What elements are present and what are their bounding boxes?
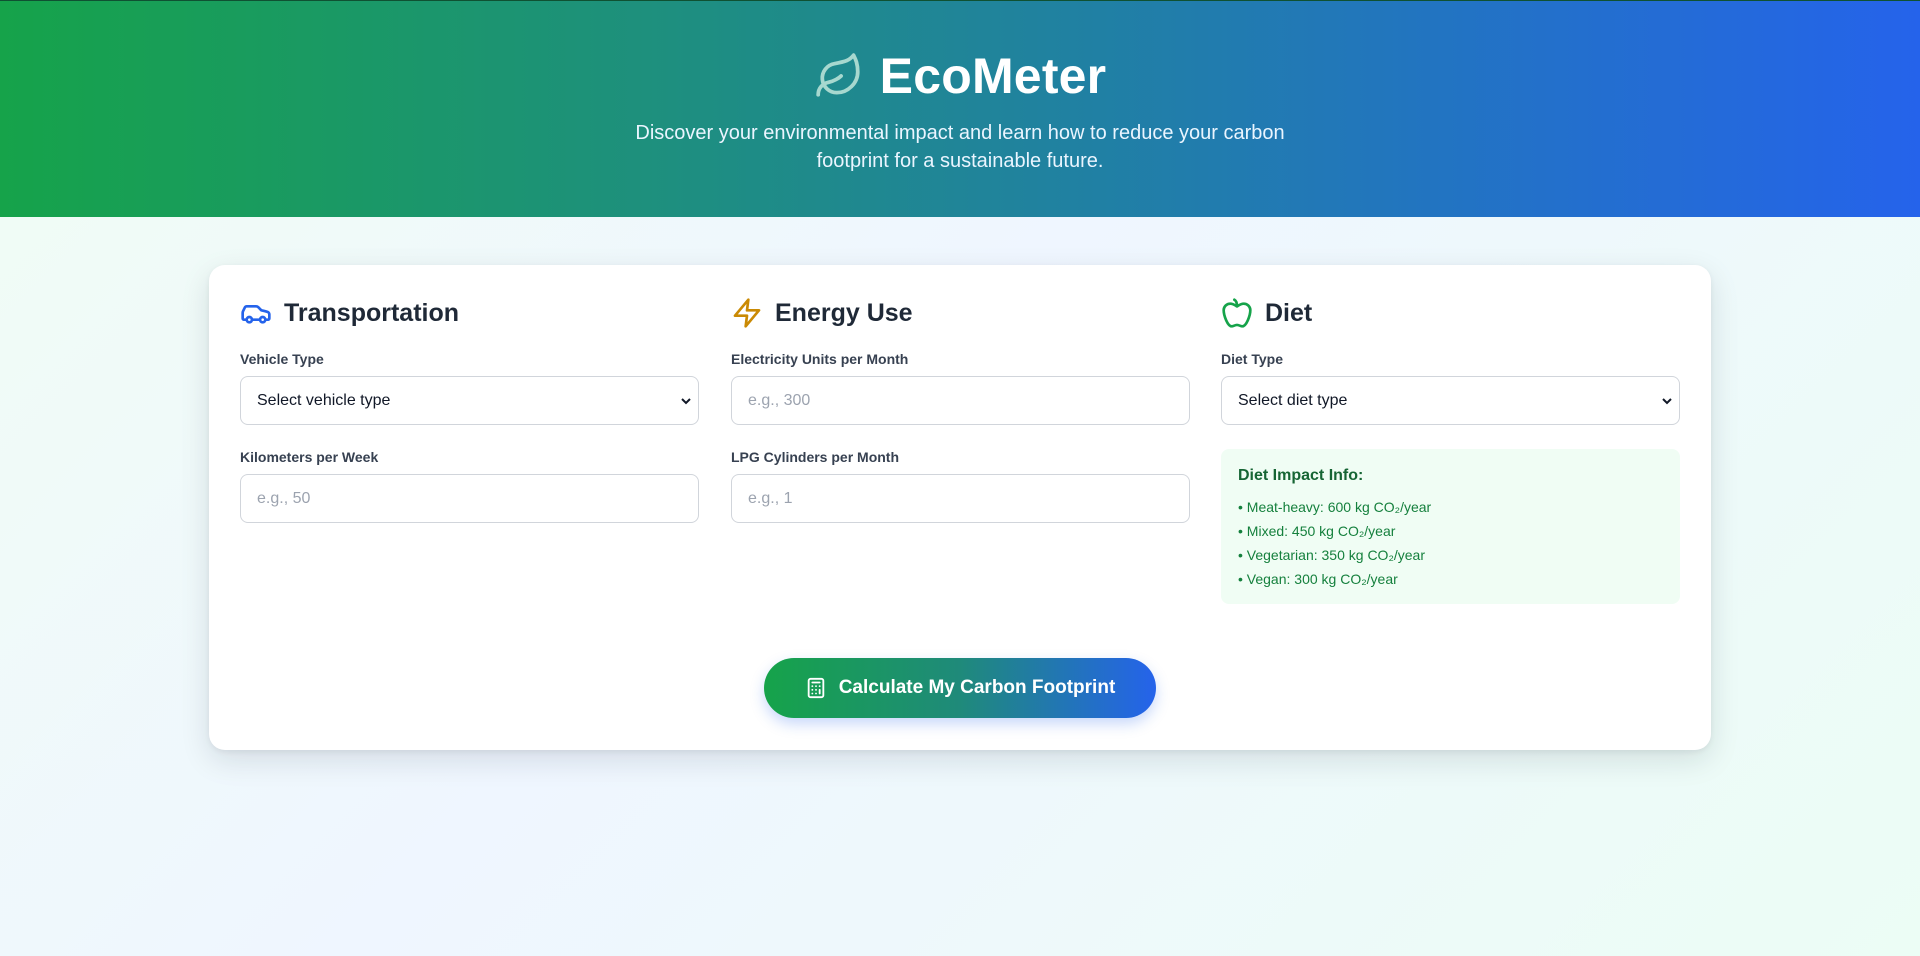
diet-impact-info: Diet Impact Info: • Meat-heavy: 600 kg C…: [1221, 449, 1680, 604]
diet-heading: Diet: [1221, 295, 1680, 331]
diet-title: Diet: [1265, 298, 1313, 327]
km-per-week-input[interactable]: e.g., 50: [240, 474, 699, 523]
lightning-icon: [731, 297, 763, 329]
hero-header: EcoMeter Discover your environmental imp…: [0, 0, 1920, 217]
km-per-week-label: Kilometers per Week: [240, 449, 379, 465]
diet-impact-title: Diet Impact Info:: [1238, 467, 1364, 484]
electricity-units-input[interactable]: e.g., 300: [731, 376, 1190, 425]
diet-type-label: Diet Type: [1221, 351, 1283, 367]
transportation-section: Transportation Vehicle Type Select vehic…: [240, 295, 699, 523]
lpg-cylinders-placeholder: e.g., 1: [748, 489, 793, 507]
calculate-button[interactable]: Calculate My Carbon Footprint: [764, 658, 1156, 718]
km-per-week-placeholder: e.g., 50: [257, 489, 311, 507]
list-item: • Mixed: 450 kg CO₂/year: [1238, 523, 1396, 539]
list-item: • Meat-heavy: 600 kg CO₂/year: [1238, 499, 1432, 515]
transportation-heading: Transportation: [240, 295, 699, 331]
diet-type-value: Select diet type: [1238, 391, 1348, 409]
brand: EcoMeter: [814, 47, 1107, 105]
lpg-cylinders-input[interactable]: e.g., 1: [731, 474, 1190, 523]
list-item: • Vegan: 300 kg CO₂/year: [1238, 571, 1398, 587]
chevron-down-icon: [680, 395, 692, 407]
diet-impact-list: • Meat-heavy: 600 kg CO₂/year • Mixed: 4…: [1238, 495, 1663, 591]
car-icon: [240, 297, 272, 329]
energy-section: Energy Use Electricity Units per Month e…: [731, 295, 1190, 523]
lpg-cylinders-label: LPG Cylinders per Month: [731, 449, 900, 465]
leaf-icon: [814, 51, 864, 101]
transportation-title: Transportation: [284, 298, 460, 327]
apple-icon: [1221, 297, 1253, 329]
calculator-card: Transportation Vehicle Type Select vehic…: [209, 265, 1711, 750]
vehicle-type-value: Select vehicle type: [257, 391, 391, 409]
electricity-units-placeholder: e.g., 300: [748, 391, 811, 409]
calculate-button-label: Calculate My Carbon Footprint: [838, 677, 1116, 698]
diet-type-select[interactable]: Select diet type: [1221, 376, 1680, 425]
app-title: EcoMeter: [879, 48, 1107, 104]
electricity-units-label: Electricity Units per Month: [731, 351, 909, 367]
energy-title: Energy Use: [775, 298, 913, 327]
vehicle-type-select[interactable]: Select vehicle type: [240, 376, 699, 425]
energy-heading: Energy Use: [731, 295, 1190, 331]
diet-section: Diet Diet Type Select diet type Diet Imp…: [1221, 295, 1680, 604]
chevron-down-icon: [1661, 395, 1673, 407]
app-subtitle: Discover your environmental impact and l…: [635, 122, 1285, 172]
vehicle-type-label: Vehicle Type: [240, 351, 324, 367]
calculator-icon: [805, 677, 827, 699]
list-item: • Vegetarian: 350 kg CO₂/year: [1238, 547, 1425, 563]
